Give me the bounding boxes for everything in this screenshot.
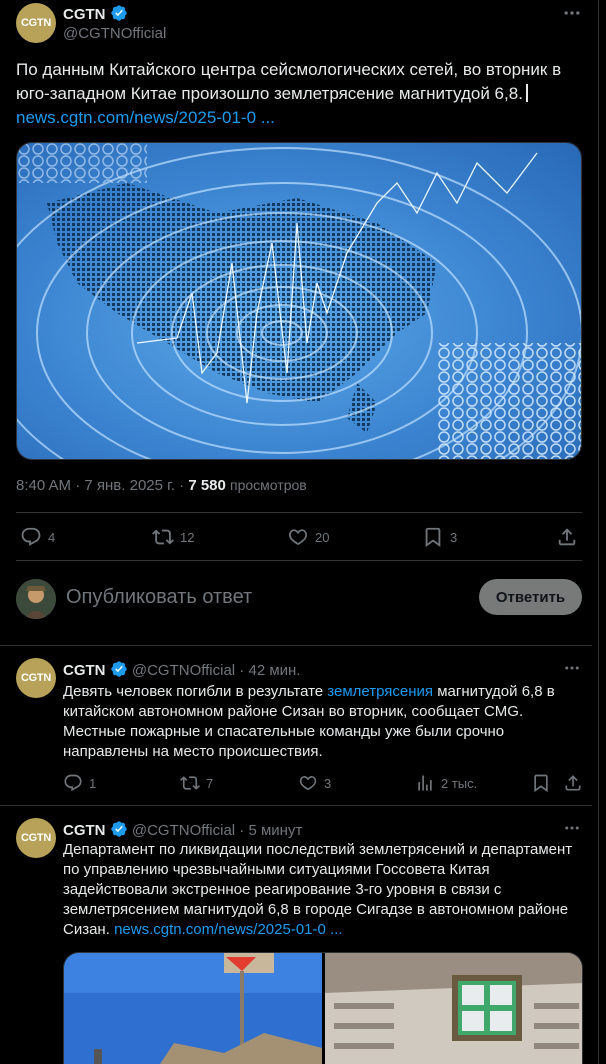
tweet-body: Девять человек погибли в результате земл… [63, 682, 578, 762]
reply-icon [64, 774, 82, 792]
retweet-action[interactable]: 12 [152, 526, 194, 548]
like-action[interactable]: 3 [298, 773, 331, 793]
reply-action[interactable]: 1 [63, 773, 96, 793]
cgtn-avatar[interactable]: CGTN [16, 818, 56, 858]
bookmark-icon [425, 527, 441, 548]
tweet-header: CGTN @CGTNOfficial · 5 минут [63, 821, 303, 839]
verified-badge-icon [110, 821, 127, 837]
text-cursor [525, 84, 528, 102]
tweet-image[interactable] [16, 142, 582, 460]
heart-icon [299, 776, 317, 791]
tweet-body: По данным Китайского центра сейсмологиче… [16, 60, 562, 103]
divider [16, 512, 582, 513]
bookmark-action[interactable]: 3 [422, 526, 457, 548]
bookmark-count: 3 [450, 529, 458, 545]
views-chart-icon [418, 775, 432, 791]
share-action[interactable] [556, 526, 578, 548]
author-name[interactable]: CGTN [63, 662, 106, 679]
verified-badge-icon [110, 5, 127, 21]
bookmark-icon [534, 774, 548, 793]
reply-icon [21, 527, 41, 546]
tweet-body: Департамент по ликвидации последствий зе… [63, 840, 573, 940]
reply-tweet[interactable]: CGTN CGTN @CGTNOfficial · 5 минут Департ… [0, 806, 599, 1064]
like-count: 3 [324, 775, 332, 791]
verified-badge-icon [110, 661, 127, 677]
views-count: 7 580 [188, 477, 226, 494]
tweet-link[interactable]: news.cgtn.com/news/2025-01-0 ... [114, 921, 342, 938]
author-handle[interactable]: @CGTNOfficial [132, 662, 235, 679]
views-label: просмотров [230, 477, 307, 493]
bookmark-action[interactable] [531, 773, 551, 793]
tweet-time[interactable]: 5 минут [248, 822, 302, 839]
reply-count: 1 [89, 775, 97, 791]
reply-composer: Опубликовать ответ Ответить [16, 578, 582, 619]
retweet-action[interactable]: 7 [180, 773, 213, 793]
retweet-count: 7 [206, 775, 214, 791]
reply-count: 4 [48, 529, 56, 545]
tweet-header: CGTN @CGTNOfficial · 42 мин. [63, 661, 301, 679]
author-handle[interactable]: @CGTNOfficial [132, 822, 235, 839]
author-name[interactable]: CGTN [63, 4, 128, 23]
reply-button[interactable]: Ответить [479, 579, 582, 615]
retweet-icon [152, 529, 174, 545]
reply-tweet[interactable]: CGTN CGTN @CGTNOfficial · 42 мин. Девять… [0, 646, 599, 804]
views-count: 2 тыс. [441, 775, 478, 791]
user-avatar[interactable] [16, 579, 56, 619]
tweet-meta: 8:40 AM · 7 янв. 2025 г. · 7 580 просмот… [16, 477, 307, 494]
cgtn-avatar[interactable]: CGTN [16, 3, 56, 43]
retweet-icon [180, 776, 200, 790]
share-icon [565, 775, 581, 791]
hashtag-link[interactable]: землетрясения [327, 683, 433, 700]
tweet-image-grid[interactable] [63, 952, 583, 1064]
cgtn-avatar[interactable]: CGTN [16, 658, 56, 698]
share-action[interactable] [563, 773, 583, 793]
more-options-icon[interactable] [562, 3, 582, 23]
tweet-time[interactable]: 8:40 AM [16, 477, 71, 494]
tweet-date[interactable]: 7 янв. 2025 г. [84, 477, 175, 494]
main-tweet-text: По данным Китайского центра сейсмологиче… [16, 58, 576, 130]
reply-input[interactable]: Опубликовать ответ [66, 586, 252, 609]
scrollbar[interactable] [592, 0, 598, 1064]
tweet-text: Девять человек погибли в результате [63, 683, 328, 700]
share-icon [558, 528, 576, 546]
tweet-time[interactable]: 42 мин. [248, 662, 300, 679]
more-options-icon[interactable] [562, 658, 582, 678]
like-action[interactable]: 20 [287, 526, 329, 548]
views-action[interactable]: 2 тыс. [415, 773, 477, 793]
timeline-frame: CGTN CGTN @CGTNOfficial По данным Китайс… [0, 0, 599, 1064]
divider [16, 560, 582, 561]
more-options-icon[interactable] [562, 818, 582, 838]
retweet-count: 12 [180, 529, 195, 545]
tweet-link[interactable]: news.cgtn.com/news/2025-01-0 ... [16, 108, 275, 127]
like-count: 20 [315, 529, 330, 545]
heart-icon [288, 529, 308, 545]
earthquake-damage-photos [64, 953, 582, 1064]
earthquake-map-illustration [17, 143, 581, 459]
author-handle[interactable]: @CGTNOfficial [63, 25, 166, 42]
reply-action[interactable]: 4 [20, 526, 55, 548]
author-name[interactable]: CGTN [63, 822, 106, 839]
